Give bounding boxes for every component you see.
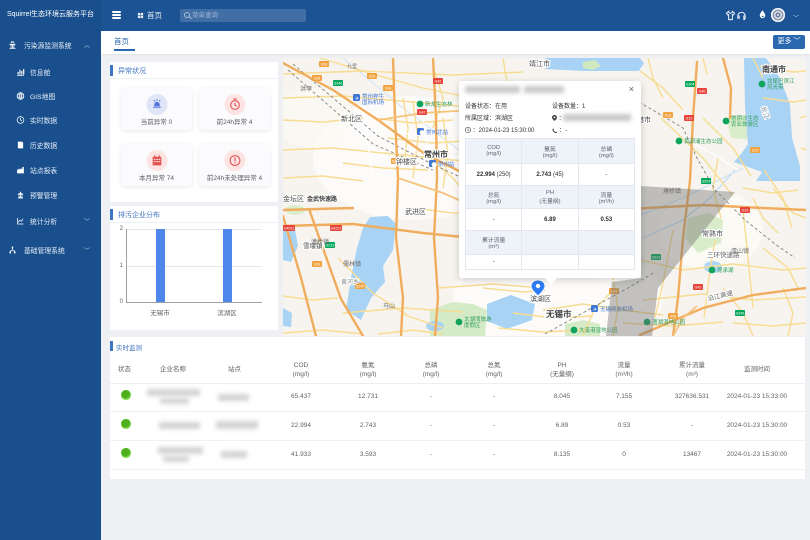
svg-text:洪甲: 洪甲 xyxy=(300,85,312,93)
svg-text:S39: S39 xyxy=(314,77,320,81)
svg-text:✈: ✈ xyxy=(593,307,597,313)
svg-text:G346: G346 xyxy=(736,312,745,316)
svg-text:昆承湖: 昆承湖 xyxy=(717,266,734,274)
svg-text:风光带: 风光带 xyxy=(767,83,784,91)
svg-text:S19: S19 xyxy=(665,114,671,118)
svg-text:G42: G42 xyxy=(695,286,702,290)
svg-text:新龙生态林: 新龙生态林 xyxy=(425,100,453,108)
svg-text:G42: G42 xyxy=(419,111,426,115)
svg-text:武进区: 武进区 xyxy=(405,207,426,216)
svg-text:漕湖湿地公园: 漕湖湿地公园 xyxy=(652,318,686,326)
svg-text:G42: G42 xyxy=(435,80,442,84)
svg-text:✈: ✈ xyxy=(355,96,359,102)
svg-text:G15: G15 xyxy=(742,209,749,213)
svg-text:金武快速路: 金武快速路 xyxy=(306,195,338,203)
svg-text:S29: S29 xyxy=(369,75,375,79)
svg-text:无锡市: 无锡市 xyxy=(545,309,572,319)
svg-text:金坛区: 金坛区 xyxy=(283,194,304,203)
svg-text:太湖湾旅游: 太湖湾旅游 xyxy=(464,315,492,323)
svg-text:儒林镇: 儒林镇 xyxy=(343,260,361,268)
svg-text:⬤: ⬤ xyxy=(431,162,437,168)
svg-text:G346: G346 xyxy=(334,82,343,86)
svg-text:常熟市: 常熟市 xyxy=(702,229,723,238)
svg-text:黄泗浦生态公园: 黄泗浦生态公园 xyxy=(684,137,723,145)
svg-text:G40: G40 xyxy=(699,90,706,94)
svg-text:G524: G524 xyxy=(702,180,711,184)
svg-text:常州站: 常州站 xyxy=(438,160,455,168)
svg-text:常州北站: 常州北站 xyxy=(426,128,449,136)
svg-text:南通市: 南通市 xyxy=(762,64,786,74)
svg-text:滨湖区: 滨湖区 xyxy=(530,294,551,303)
svg-text:S39: S39 xyxy=(314,263,320,267)
svg-text:常州市: 常州市 xyxy=(424,149,448,159)
svg-text:S10: S10 xyxy=(752,149,758,153)
svg-text:靖江市: 靖江市 xyxy=(529,59,550,68)
svg-text:G4011: G4011 xyxy=(284,227,295,231)
svg-text:龙尾巴滨江: 龙尾巴滨江 xyxy=(767,77,795,85)
svg-text:G15: G15 xyxy=(686,117,693,121)
svg-text:九里: 九里 xyxy=(347,63,357,70)
svg-text:S58: S58 xyxy=(670,315,676,319)
svg-text:G204: G204 xyxy=(686,83,695,87)
svg-text:常阴沙生态: 常阴沙生态 xyxy=(731,114,759,122)
svg-text:G4221: G4221 xyxy=(331,227,342,231)
svg-text:钟楼区: 钟楼区 xyxy=(396,157,417,166)
svg-text:农业旅游区: 农业旅游区 xyxy=(731,120,759,128)
svg-text:度假区: 度假区 xyxy=(464,321,481,329)
svg-text:S48: S48 xyxy=(385,87,391,91)
svg-text:国际机场: 国际机场 xyxy=(362,98,385,106)
svg-text:S58: S58 xyxy=(321,63,327,67)
svg-text:虞山镇: 虞山镇 xyxy=(731,247,749,255)
svg-text:⬤: ⬤ xyxy=(419,130,425,136)
svg-text:常州奔牛: 常州奔牛 xyxy=(362,92,385,100)
svg-text:黄河乡: 黄河乡 xyxy=(341,278,359,286)
svg-text:新北区: 新北区 xyxy=(341,114,362,123)
svg-text:漕桥镇: 漕桥镇 xyxy=(311,238,329,246)
svg-text:马山: 马山 xyxy=(383,302,395,310)
